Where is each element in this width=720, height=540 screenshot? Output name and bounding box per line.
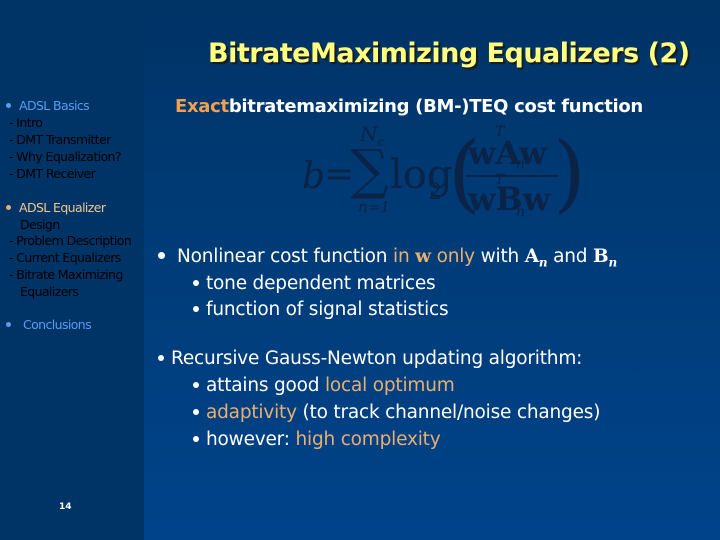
- sub-bullet-high-complexity: however: high complexity: [193, 429, 441, 450]
- bullet-icon: [6, 205, 11, 210]
- formula-denominator: wBw: [468, 180, 551, 218]
- nav-item-intro[interactable]: - Intro: [9, 114, 43, 131]
- formula-lower-limit: n=1: [358, 198, 390, 216]
- nav-item-bitrate-maximizing[interactable]: - Bitrate Maximizing: [9, 266, 123, 283]
- bullet-icon: [158, 354, 164, 361]
- cost-function-formula: b = ∑ Nc n=1 log 2 ( wAw T n wBw T n ): [298, 122, 586, 222]
- nav-item-bitrate-maximizing-cont: Equalizers: [20, 284, 79, 299]
- nav-item-adsl-equalizer-design-cont: Design: [20, 217, 60, 232]
- formula-den-sub: n: [516, 204, 526, 220]
- page-number: 14: [59, 502, 72, 512]
- sub-bullet-local-optimum: attains good local optimum: [193, 375, 455, 396]
- main-panel: [144, 0, 720, 540]
- nav-item-current-equalizers[interactable]: - Current Equalizers: [9, 249, 121, 266]
- formula-log-base: 2: [428, 180, 442, 205]
- formula-fraction-line: [466, 175, 558, 177]
- formula-log: log: [390, 152, 453, 198]
- formula-numerator: wAw: [468, 134, 547, 172]
- bullet-icon: [193, 408, 199, 415]
- nav-item-adsl-basics[interactable]: ADSL Basics: [4, 97, 90, 114]
- nav-item-conclusions[interactable]: Conclusions: [4, 316, 92, 333]
- bullet-icon: [193, 279, 199, 286]
- nav-item-why-equalization[interactable]: - Why Equalization?: [9, 148, 122, 165]
- sub-bullet-tone-dependent: tone dependent matrices: [193, 273, 436, 294]
- sub-bullet-adaptivity: adaptivity (to track channel/noise chang…: [193, 402, 600, 423]
- nav-item-dmt-receiver[interactable]: - DMT Receiver: [9, 165, 96, 182]
- bullet-icon: [6, 322, 11, 327]
- formula-num-sub: n: [516, 156, 526, 172]
- formula-upper-limit: Nc: [360, 122, 385, 149]
- bullet-recursive-gauss-newton: Recursive Gauss-Newton updating algorith…: [158, 348, 582, 369]
- nav-item-problem-description[interactable]: - Problem Description: [9, 232, 132, 249]
- bullet-nonlinear-cost: Nonlinear cost function in w only with A…: [158, 246, 617, 270]
- bullet-icon: [193, 435, 199, 442]
- bullet-icon: [193, 305, 199, 312]
- formula-lhs: b: [302, 156, 326, 197]
- sub-bullet-signal-statistics: function of signal statistics: [193, 299, 449, 320]
- slide-title: BitrateMaximizing Equalizers (2): [208, 38, 690, 69]
- nav-item-dmt-transmitter[interactable]: - DMT Transmitter: [9, 131, 111, 148]
- bullet-icon: [158, 252, 165, 259]
- formula-den-sup: T: [495, 172, 505, 188]
- nav-item-adsl-equalizer-design[interactable]: ADSL Equalizer: [4, 199, 106, 216]
- bullet-icon: [193, 381, 199, 388]
- formula-num-sup: T: [495, 124, 505, 140]
- bullet-icon: [6, 103, 11, 108]
- subheading: Exactbitratemaximizing (BM-)TEQ cost fun…: [175, 96, 643, 117]
- formula-sum-icon: ∑: [350, 138, 389, 201]
- formula-paren-right: ): [553, 124, 586, 222]
